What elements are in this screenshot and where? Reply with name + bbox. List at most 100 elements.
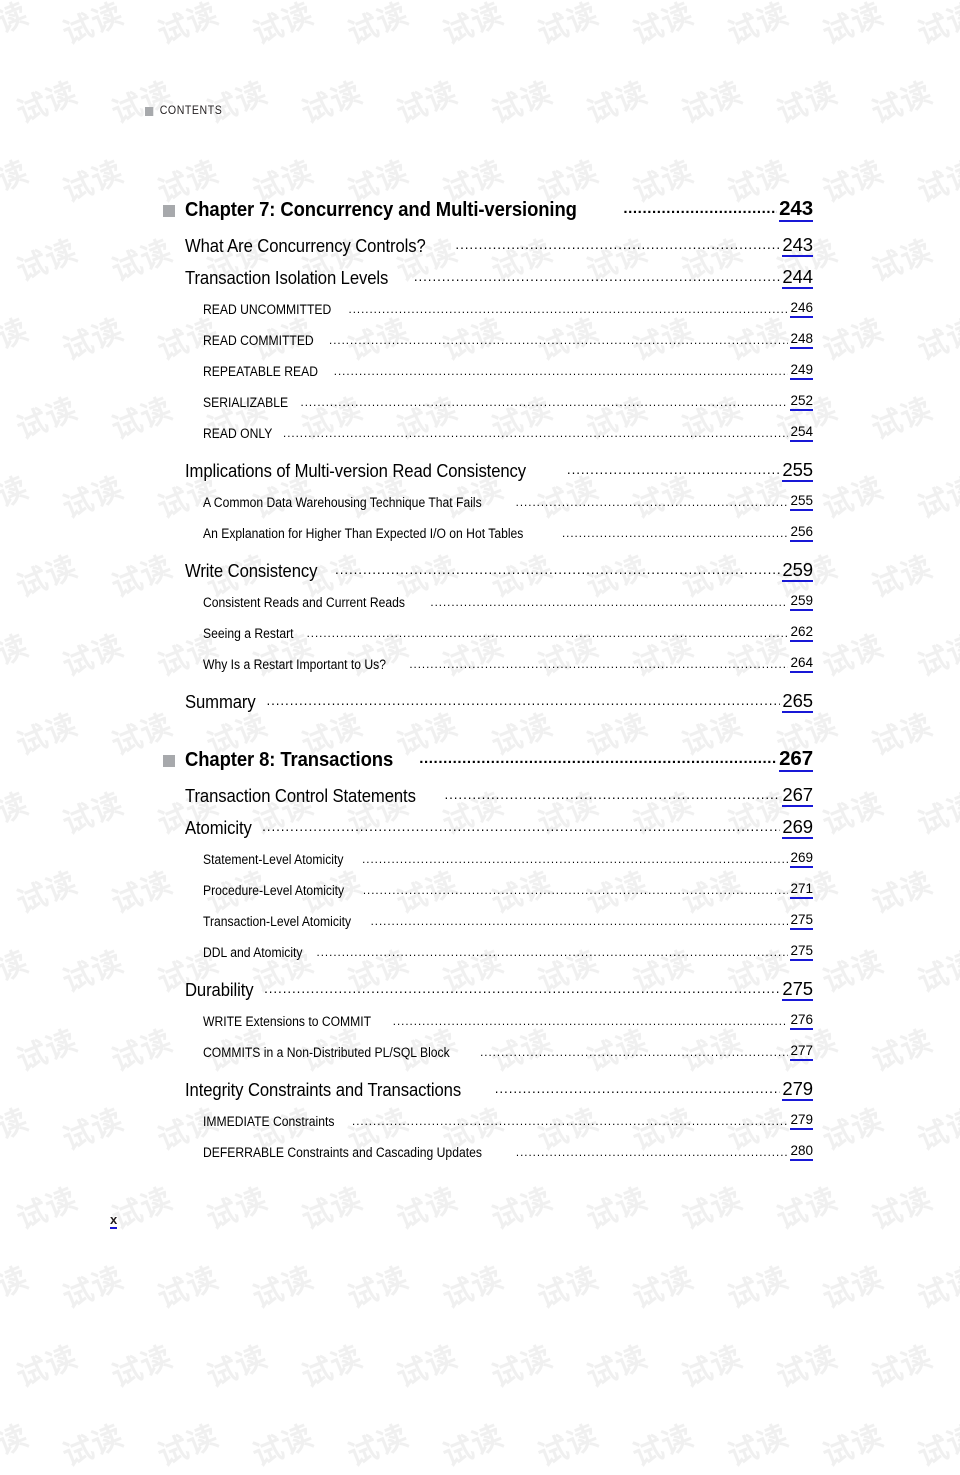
toc-entry-page-number[interactable]: 265 [782, 691, 813, 713]
toc-entry-sub[interactable]: SERIALIZABLE 252 [0, 387, 960, 418]
toc-entry-title: Write Consistency [185, 560, 318, 581]
toc-entry-sub[interactable]: IMMEDIATE Constraints 279 [0, 1106, 960, 1137]
toc-entry-section[interactable]: What Are Concurrency Controls? 243 [0, 230, 960, 262]
toc-entry-sub[interactable]: DEFERRABLE Constraints and Cascading Upd… [0, 1137, 960, 1168]
toc-entry-page-number[interactable]: 279 [790, 1113, 813, 1130]
dot-leader [283, 424, 788, 442]
toc-entry-title: Chapter 7: Concurrency and Multi-version… [185, 198, 577, 221]
watermark-text: 试读 [628, 1418, 699, 1475]
toc-entry-title: IMMEDIATE Constraints [203, 1114, 335, 1129]
toc-entry-page-number[interactable]: 264 [790, 656, 813, 673]
toc-entry-sub[interactable]: An Explanation for Higher Than Expected … [0, 518, 960, 549]
dot-leader [562, 524, 789, 542]
toc-entry-title: Transaction-Level Atomicity [203, 914, 352, 929]
toc-entry-section[interactable]: Integrity Constraints and Transactions 27… [0, 1074, 960, 1106]
toc-entry-section[interactable]: Durability 275 [0, 974, 960, 1006]
watermark-text: 试读 [153, 1418, 224, 1475]
running-head: CONTENTS [145, 105, 222, 117]
toc-entry-page-number[interactable]: 255 [790, 494, 813, 511]
watermark-text: 试读 [58, 1418, 129, 1475]
dot-leader [266, 692, 780, 710]
toc-entry-sub[interactable]: Why Is a Restart Important to Us? 264 [0, 649, 960, 680]
toc-entry-sub[interactable]: Procedure-Level Atomicity 271 [0, 875, 960, 906]
toc-entry-sub[interactable]: COMMITS in a Non-Distributed PL/SQL Bloc… [0, 1037, 960, 1068]
toc-entry-sub[interactable]: Statement-Level Atomicity 269 [0, 844, 960, 875]
toc-entry-sub[interactable]: READ UNCOMMITTED 246 [0, 294, 960, 325]
toc-entry-section[interactable]: Atomicity 269 [0, 812, 960, 844]
toc-entry-page-number[interactable]: 248 [790, 332, 813, 349]
toc-entry-sub[interactable]: READ COMMITTED 248 [0, 325, 960, 356]
toc-entry-page-number[interactable]: 267 [779, 748, 813, 772]
dot-leader [455, 236, 780, 254]
running-head-square-icon [145, 106, 154, 116]
toc-entry-page-number[interactable]: 255 [782, 460, 813, 482]
toc-entry-sub[interactable]: Consistent Reads and Current Reads 259 [0, 587, 960, 618]
page-canvas: CONTENTS Chapter 7: Concurrency and Mult… [0, 0, 960, 1357]
toc-entry-page-number[interactable]: 262 [790, 625, 813, 642]
toc-entry-page-number[interactable]: 269 [782, 817, 813, 839]
toc-entry-page-number[interactable]: 249 [790, 363, 813, 380]
dot-leader [371, 912, 789, 930]
toc-entry-section[interactable]: Implications of Multi-version Read Consi… [0, 455, 960, 487]
toc-entry-section[interactable]: Transaction Control Statements 267 [0, 780, 960, 812]
toc-entry-page-number[interactable]: 271 [790, 882, 813, 899]
dot-leader [623, 200, 777, 218]
toc-entry-section[interactable]: Transaction Isolation Levels 244 [0, 262, 960, 294]
page-folio: x [110, 1212, 118, 1230]
toc-entry-page-number[interactable]: 259 [782, 560, 813, 582]
toc-entry-title: DEFERRABLE Constraints and Cascading Upd… [203, 1145, 482, 1160]
toc-entry-chapter[interactable]: Chapter 7: Concurrency and Multi-version… [0, 190, 960, 230]
dot-leader [264, 980, 780, 998]
dot-leader [567, 461, 781, 479]
dot-leader [430, 593, 788, 611]
toc-entry-sub[interactable]: WRITE Extensions to COMMIT 276 [0, 1006, 960, 1037]
toc-entry-page-number[interactable]: 280 [790, 1144, 813, 1161]
dot-leader [334, 362, 789, 380]
watermark-text: 试读 [0, 1418, 34, 1475]
toc-entry-sub[interactable]: DDL and Atomicity 275 [0, 937, 960, 968]
dot-leader [349, 300, 789, 318]
toc-entry-sub[interactable]: A Common Data Warehousing Technique That… [0, 487, 960, 518]
toc-entry-page-number[interactable]: 269 [790, 851, 813, 868]
toc-entry-page-number[interactable]: 243 [782, 235, 813, 257]
toc-entry-title: Why Is a Restart Important to Us? [203, 657, 386, 672]
toc-entry-page-number[interactable]: 256 [790, 525, 813, 542]
toc-entry-page-number[interactable]: 243 [779, 198, 813, 222]
dot-leader [307, 624, 789, 642]
toc-entry-section[interactable]: Summary 265 [0, 686, 960, 718]
toc-entry-page-number[interactable]: 279 [782, 1079, 813, 1101]
toc-entry-title: A Common Data Warehousing Technique That… [203, 495, 482, 510]
toc-entry-sub[interactable]: Seeing a Restart 262 [0, 618, 960, 649]
toc-entry-page-number[interactable]: 244 [782, 267, 813, 289]
dot-leader [444, 786, 780, 804]
toc-entry-title: Summary [185, 691, 256, 712]
toc-entry-sub[interactable]: Transaction-Level Atomicity 275 [0, 906, 960, 937]
dot-leader [301, 393, 789, 411]
toc-entry-title: Transaction Control Statements [185, 785, 416, 806]
toc-entry-title: Integrity Constraints and Transactions [185, 1079, 462, 1100]
toc-entry-title: READ ONLY [203, 426, 273, 441]
toc-entry-page-number[interactable]: 275 [790, 913, 813, 930]
dot-leader [516, 1143, 789, 1161]
watermark-text: 试读 [913, 1418, 960, 1475]
toc-entry-title: Procedure-Level Atomicity [203, 883, 345, 898]
chapter-bullet-icon [163, 755, 175, 767]
toc-entry-page-number[interactable]: 275 [782, 979, 813, 1001]
toc-entry-page-number[interactable]: 259 [790, 594, 813, 611]
toc-entry-page-number[interactable]: 267 [782, 785, 813, 807]
toc-entry-sub[interactable]: REPEATABLE READ 249 [0, 356, 960, 387]
toc-entry-sub[interactable]: READ ONLY 254 [0, 418, 960, 449]
toc-entry-page-number[interactable]: 277 [790, 1044, 813, 1061]
toc-entry-page-number[interactable]: 275 [790, 944, 813, 961]
watermark-text: 试读 [533, 1418, 604, 1475]
toc-entry-chapter[interactable]: Chapter 8: Transactions 267 [0, 740, 960, 780]
toc-entry-title: DDL and Atomicity [203, 945, 303, 960]
toc-entry-page-number[interactable]: 254 [790, 425, 813, 442]
toc-entry-title: SERIALIZABLE [203, 395, 289, 410]
toc-entry-page-number[interactable]: 252 [790, 394, 813, 411]
toc-entry-section[interactable]: Write Consistency 259 [0, 555, 960, 587]
dot-leader [409, 655, 788, 673]
toc-entry-page-number[interactable]: 276 [790, 1013, 813, 1030]
watermark-text: 试读 [723, 1418, 794, 1475]
toc-entry-page-number[interactable]: 246 [790, 301, 813, 318]
